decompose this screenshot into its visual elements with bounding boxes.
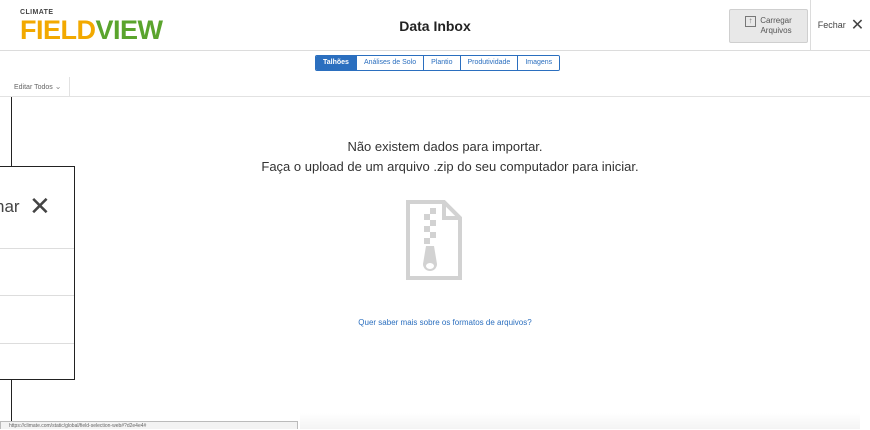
tab-fields[interactable]: Talhões [316, 56, 357, 70]
overlay-popup: har ✕ [0, 166, 75, 380]
tab-yield[interactable]: Produtividade [460, 56, 519, 70]
bottom-shadow [300, 413, 860, 429]
close-button[interactable]: Fechar ✕ [810, 0, 870, 50]
status-bar-url: https://climate.com/static/global/field-… [0, 421, 298, 429]
divider [11, 379, 12, 421]
edit-toolbar: Editar Todos ⌄ [0, 77, 870, 97]
close-label: Fechar [817, 20, 846, 30]
upload-icon: ↑ [745, 15, 756, 27]
data-type-tabs: Talhões Análises de Solo Plantio Produti… [315, 55, 561, 71]
learn-more-link[interactable]: Quer saber mais sobre os formatos de arq… [0, 318, 870, 327]
divider [0, 248, 74, 249]
close-icon[interactable]: ✕ [29, 191, 51, 222]
upload-label: Carregar Arquivos [760, 16, 792, 35]
empty-message-title: Não existem dados para importar. [347, 139, 543, 154]
chevron-down-icon: ⌄ [54, 82, 62, 91]
divider [0, 343, 74, 344]
popup-title: har [0, 197, 20, 216]
upload-files-button[interactable]: ↑ Carregar Arquivos [729, 9, 808, 43]
empty-message-body: Faça o upload de um arquivo .zip do seu … [261, 159, 639, 174]
zip-file-icon [406, 200, 462, 280]
edit-all-dropdown[interactable]: Editar Todos ⌄ [0, 77, 71, 96]
divider [0, 295, 74, 296]
tab-soil-analysis[interactable]: Análises de Solo [356, 56, 425, 70]
divider [11, 97, 12, 166]
tab-imagery[interactable]: Imagens [518, 56, 560, 70]
close-icon: ✕ [850, 17, 865, 34]
top-bar: CLIMATE FIELDVIEW Data Inbox ↑ Carregar … [0, 0, 870, 51]
edit-all-label: Editar Todos [14, 84, 53, 91]
tab-planting[interactable]: Plantio [424, 56, 461, 70]
